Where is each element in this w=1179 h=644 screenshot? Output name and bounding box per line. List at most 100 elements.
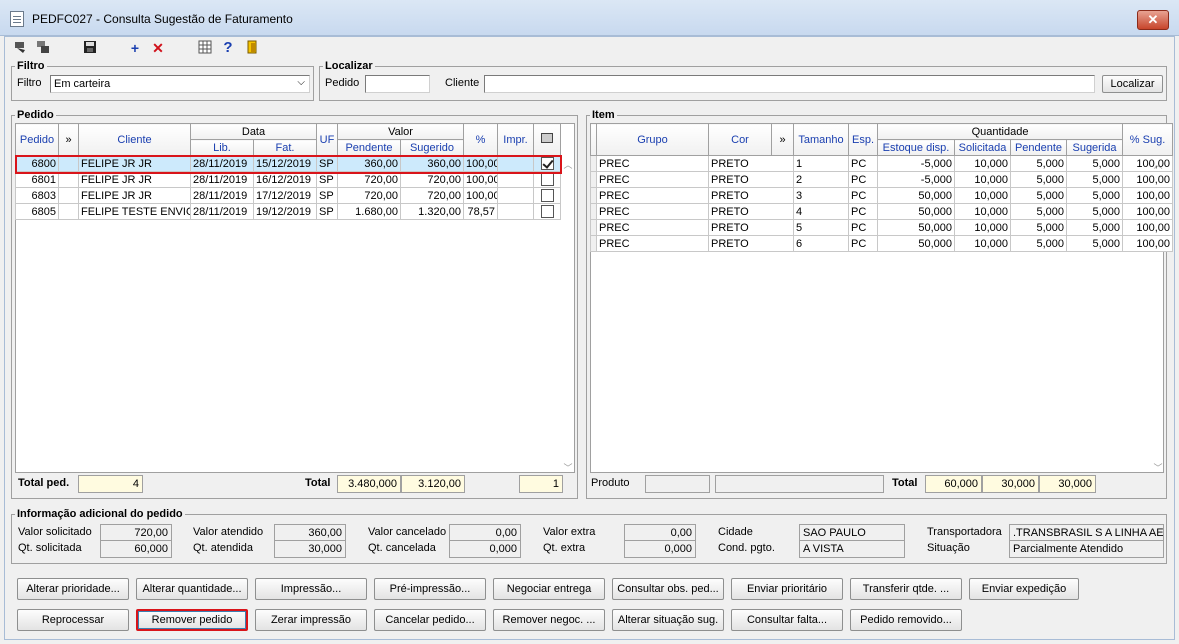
col-pedido[interactable]: Pedido: [15, 123, 59, 156]
exit-icon[interactable]: [244, 40, 260, 56]
row-checkbox[interactable]: [540, 173, 554, 186]
pedido-row[interactable]: 6803 FELIPE JR JR 28/11/2019 17/12/2019 SP 72…: [15, 187, 561, 204]
info-group: [11, 514, 1167, 564]
row-checkbox-cell: [533, 203, 561, 220]
enviar-expedição-button[interactable]: Enviar expedição: [969, 578, 1079, 600]
total-selected: 1: [519, 475, 563, 493]
item-total-solicitada: 60,000: [925, 475, 982, 493]
col-sugerido[interactable]: Sugerido: [400, 139, 464, 156]
close-button[interactable]: ✕: [1137, 10, 1169, 30]
pedido-row[interactable]: 6805 FELIPE TESTE ENVIO C28/11/201919/12/…: [15, 203, 561, 220]
pedido-removido-button[interactable]: Pedido removido...: [850, 609, 962, 631]
col-tamanho[interactable]: Tamanho: [793, 123, 849, 156]
cell-pedido: 6805: [15, 203, 59, 220]
scroll-down-icon[interactable]: ﹀: [561, 461, 575, 474]
alterar-quantidade-button[interactable]: Alterar quantidade...: [136, 578, 248, 600]
col-sugerida[interactable]: Sugerida: [1065, 139, 1124, 156]
row-checkbox[interactable]: [540, 205, 554, 218]
help-icon[interactable]: ?: [220, 40, 236, 56]
item-scroll-up-icon[interactable]: ︿: [1151, 158, 1165, 171]
scroll-up-icon[interactable]: ︿: [561, 158, 575, 171]
col-more[interactable]: »: [58, 123, 79, 156]
zerar-impressão-button[interactable]: Zerar impressão: [255, 609, 367, 631]
cell-pct: 100,00: [463, 187, 498, 204]
pedido-row[interactable]: 6801 FELIPE JR JR 28/11/2019 16/12/2019 SP 72…: [15, 171, 561, 188]
transferir-qtde-button[interactable]: Transferir qtde. ...: [850, 578, 962, 600]
window-title: PEDFC027 - Consulta Sugestão de Faturame…: [32, 12, 293, 26]
cell-empty: [58, 203, 79, 220]
col-item-pendente[interactable]: Pendente: [1010, 139, 1067, 156]
consultar-falta-button[interactable]: Consultar falta...: [731, 609, 843, 631]
row-checkbox[interactable]: [540, 157, 554, 170]
cell-uf: SP: [316, 203, 338, 220]
back-icon[interactable]: [13, 40, 29, 56]
col-select-all[interactable]: [533, 123, 561, 156]
col-uf[interactable]: UF: [316, 123, 338, 156]
pré-impressão-button[interactable]: Pré-impressão...: [374, 578, 486, 600]
cell-grupo: PREC: [596, 219, 709, 236]
calculator-icon[interactable]: [197, 40, 213, 56]
cell-pct: 100,00: [1122, 235, 1174, 252]
col-item-more[interactable]: »: [771, 123, 794, 156]
item-row[interactable]: PREC PRETO 3 PC 50,000 10,000 5,000 5,000 100,00: [590, 187, 1174, 204]
qt-atendida: 30,000: [274, 540, 346, 558]
transportadora-label: Transportadora: [927, 526, 1002, 538]
pedido-search-input[interactable]: [365, 75, 430, 93]
forward-icon[interactable]: [35, 40, 51, 56]
col-estoque[interactable]: Estoque disp.: [877, 139, 955, 156]
item-row[interactable]: PREC PRETO 2 PC -5,000 10,000 5,000 5,000 100,00: [590, 171, 1174, 188]
cell-estoque: -5,000: [877, 171, 955, 188]
impressão-button[interactable]: Impressão...: [255, 578, 367, 600]
col-grupo[interactable]: Grupo: [596, 123, 709, 156]
filtro-legend: Filtro: [15, 60, 47, 72]
item-row[interactable]: PREC PRETO 1 PC -5,000 10,000 5,000 5,000 100,00: [590, 155, 1174, 172]
delete-icon[interactable]: ✕: [150, 40, 166, 56]
cliente-search-input[interactable]: [484, 75, 1095, 93]
pedido-row[interactable]: 6800 FELIPE JR JR 28/11/2019 15/12/2019 SP 36…: [15, 155, 561, 172]
cell-pct: 100,00: [1122, 203, 1174, 220]
col-fat[interactable]: Fat.: [253, 139, 317, 156]
cliente-search-label: Cliente: [445, 77, 480, 89]
row-checkbox[interactable]: [540, 189, 554, 202]
col-pct[interactable]: %: [463, 123, 498, 156]
localizar-button[interactable]: Localizar: [1102, 75, 1163, 93]
col-solicitada[interactable]: Solicitada: [954, 139, 1011, 156]
cell-fat: 19/12/2019: [253, 203, 317, 220]
add-icon[interactable]: +: [127, 40, 143, 56]
cell-tamanho: 5: [793, 219, 849, 236]
item-row[interactable]: PREC PRETO 6 PC 50,000 10,000 5,000 5,000 100,00: [590, 235, 1174, 252]
col-cor[interactable]: Cor: [708, 123, 772, 156]
cell-pendente: 5,000: [1010, 171, 1067, 188]
alterar-situação-sug-button[interactable]: Alterar situação sug.: [612, 609, 724, 631]
filtro-select[interactable]: Em carteira ⌵: [50, 75, 310, 93]
cell-uf: SP: [316, 155, 338, 172]
save-icon[interactable]: [82, 40, 98, 56]
col-esp[interactable]: Esp.: [848, 123, 878, 156]
chevron-down-icon[interactable]: ⌵: [297, 77, 305, 88]
item-scroll-down-icon[interactable]: ﹀: [1151, 461, 1165, 474]
alterar-prioridade-button[interactable]: Alterar prioridade...: [17, 578, 129, 600]
reprocessar-button[interactable]: Reprocessar: [17, 609, 129, 631]
col-quantidade: Quantidade: [876, 123, 1124, 140]
item-total-sugerida: 30,000: [1039, 475, 1096, 493]
cancelar-pedido-button[interactable]: Cancelar pedido...: [374, 609, 486, 631]
item-row[interactable]: PREC PRETO 4 PC 50,000 10,000 5,000 5,000 100,00: [590, 203, 1174, 220]
cell-empty: [497, 203, 534, 220]
item-row[interactable]: PREC PRETO 5 PC 50,000 10,000 5,000 5,000 100,00: [590, 219, 1174, 236]
col-pendente[interactable]: Pendente: [337, 139, 401, 156]
cell-uf: SP: [316, 171, 338, 188]
consultar-obs-ped-button[interactable]: Consultar obs. ped...: [612, 578, 724, 600]
info-legend: Informação adicional do pedido: [15, 508, 185, 520]
remover-negoc-button[interactable]: Remover negoc. ...: [493, 609, 605, 631]
cell-empty: [497, 171, 534, 188]
qt-solicitada-label: Qt. solicitada: [18, 542, 82, 554]
cell-pendente: 5,000: [1010, 235, 1067, 252]
col-lib[interactable]: Lib.: [190, 139, 254, 156]
col-cliente[interactable]: Cliente: [78, 123, 191, 156]
negociar-entrega-button[interactable]: Negociar entrega: [493, 578, 605, 600]
remover-pedido-button[interactable]: Remover pedido: [136, 609, 248, 631]
item-legend: Item: [590, 109, 617, 121]
enviar-prioritário-button[interactable]: Enviar prioritário: [731, 578, 843, 600]
col-impr[interactable]: Impr.: [497, 123, 534, 156]
col-pct-sug[interactable]: % Sug.: [1122, 123, 1174, 156]
